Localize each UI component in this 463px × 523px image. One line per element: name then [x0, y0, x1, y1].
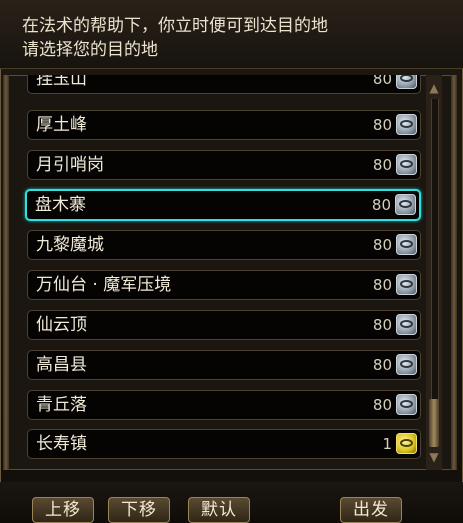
- destination-row[interactable]: 九黎魔城 80: [27, 230, 421, 260]
- destination-level: 80: [372, 356, 392, 374]
- silver-eye-icon: [396, 234, 417, 255]
- silver-eye-icon: [396, 354, 417, 375]
- move-up-button[interactable]: 上移: [32, 497, 94, 523]
- destination-level: 80: [372, 396, 392, 414]
- frame-left-border: [3, 75, 9, 470]
- destination-name: 挂玉山: [36, 75, 87, 89]
- scroll-track[interactable]: [431, 99, 439, 446]
- silver-eye-icon: [396, 154, 417, 175]
- destination-row[interactable]: 青丘落 80: [27, 390, 421, 420]
- destination-row[interactable]: 月引哨岗 80: [27, 150, 421, 180]
- move-down-button[interactable]: 下移: [108, 497, 170, 523]
- frame-right-border: [451, 75, 457, 470]
- destination-name: 厚土峰: [36, 115, 87, 135]
- destination-row[interactable]: 挂玉山 80: [27, 75, 421, 94]
- teleport-dialog: 在法术的帮助下，你立时便可到达目的地 请选择您的目的地 挂玉山 80 厚土峰 8…: [0, 0, 463, 523]
- silver-eye-icon: [395, 194, 416, 215]
- destination-level: 80: [372, 316, 392, 334]
- destination-name: 九黎魔城: [36, 235, 104, 255]
- destination-level: 80: [372, 236, 392, 254]
- destination-row[interactable]: 万仙台 · 魔军压境 80: [27, 270, 421, 300]
- silver-eye-icon: [396, 314, 417, 335]
- destination-level: 80: [372, 116, 392, 134]
- destination-name: 长寿镇: [36, 434, 87, 454]
- destination-name: 盘木寨: [35, 195, 86, 215]
- depart-button[interactable]: 出发: [340, 497, 402, 523]
- default-button[interactable]: 默认: [188, 497, 250, 523]
- destination-level: 80: [372, 75, 392, 88]
- destination-name: 仙云顶: [36, 315, 87, 335]
- destination-level: 80: [372, 276, 392, 294]
- list-scrollbar[interactable]: ▲ ▼: [426, 75, 442, 470]
- gold-eye-icon: [396, 433, 417, 454]
- destination-row[interactable]: 仙云顶 80: [27, 310, 421, 340]
- destination-list: 挂玉山 80 厚土峰 80 月引哨岗 80 盘木寨 80 九黎魔城 80 万仙台…: [3, 75, 457, 470]
- destination-row[interactable]: 长寿镇 1: [27, 429, 421, 459]
- destination-name: 月引哨岗: [36, 155, 104, 175]
- silver-eye-icon: [396, 75, 417, 89]
- destination-level: 1: [382, 435, 392, 453]
- scroll-down-arrow-icon[interactable]: ▼: [426, 450, 442, 464]
- scroll-thumb[interactable]: [429, 399, 439, 447]
- button-bar: 上移 下移 默认 出发: [0, 482, 463, 523]
- dialog-header: 在法术的帮助下，你立时便可到达目的地 请选择您的目的地: [0, 0, 463, 69]
- destination-row[interactable]: 厚土峰 80: [27, 110, 421, 140]
- destination-name: 高昌县: [36, 355, 87, 375]
- destination-name: 青丘落: [36, 395, 87, 415]
- prompt-line-2: 请选择您的目的地: [22, 40, 158, 60]
- silver-eye-icon: [396, 394, 417, 415]
- scroll-up-arrow-icon[interactable]: ▲: [426, 81, 442, 95]
- destination-level: 80: [372, 156, 392, 174]
- destination-row[interactable]: 高昌县 80: [27, 350, 421, 380]
- prompt-line-1: 在法术的帮助下，你立时便可到达目的地: [22, 16, 328, 36]
- silver-eye-icon: [396, 114, 417, 135]
- destination-level: 80: [371, 196, 391, 214]
- destination-name: 万仙台 · 魔军压境: [36, 275, 172, 295]
- destination-row-selected[interactable]: 盘木寨 80: [25, 189, 421, 221]
- silver-eye-icon: [396, 274, 417, 295]
